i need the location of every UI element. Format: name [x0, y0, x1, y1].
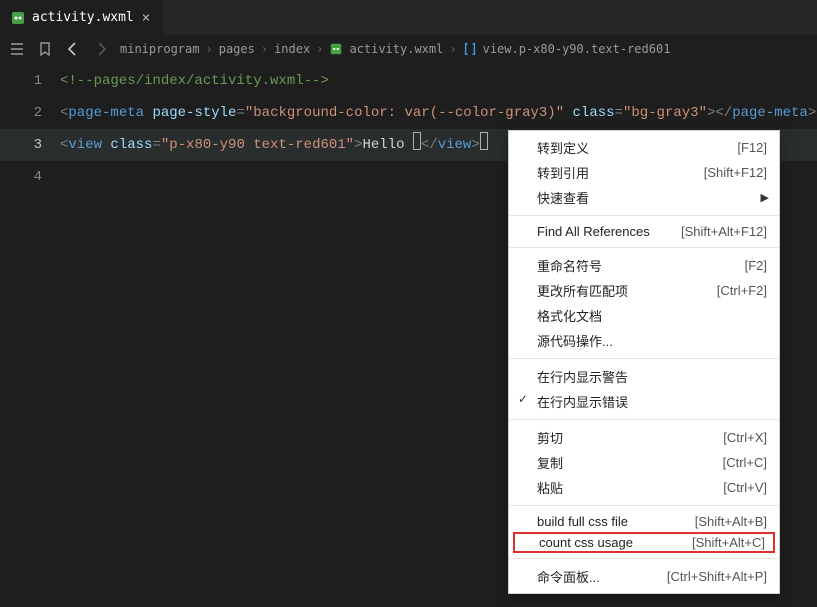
- bookmark-icon[interactable]: [36, 40, 54, 58]
- crumb-folder[interactable]: index: [274, 42, 310, 56]
- line-number: 3: [0, 129, 60, 161]
- submenu-arrow-icon: ▶: [761, 191, 769, 204]
- menu-count-css-usage[interactable]: count css usage[Shift+Alt+C]: [513, 532, 775, 553]
- nav-back-icon[interactable]: [64, 40, 82, 58]
- breadcrumb-toolbar: miniprogram › pages › index › activity.w…: [0, 35, 817, 63]
- menu-inline-errors[interactable]: 在行内显示错误: [509, 389, 779, 414]
- chevron-right-icon: ›: [449, 42, 456, 56]
- menu-icon[interactable]: [8, 40, 26, 58]
- menu-separator: [509, 247, 779, 248]
- menu-goto-definition[interactable]: 转到定义[F12]: [509, 135, 779, 160]
- menu-separator: [509, 505, 779, 506]
- menu-copy[interactable]: 复制[Ctrl+C]: [509, 450, 779, 475]
- wxml-file-icon: [329, 42, 343, 56]
- menu-separator: [509, 215, 779, 216]
- menu-command-palette[interactable]: 命令面板...[Ctrl+Shift+Alt+P]: [509, 564, 779, 589]
- menu-separator: [509, 419, 779, 420]
- menu-inline-warnings[interactable]: 在行内显示警告: [509, 364, 779, 389]
- close-icon[interactable]: ×: [140, 10, 152, 26]
- chevron-right-icon: ›: [205, 42, 212, 56]
- chevron-right-icon: ›: [261, 42, 268, 56]
- crumb-folder[interactable]: pages: [219, 42, 255, 56]
- tab-title: activity.wxml: [32, 10, 134, 25]
- menu-rename-symbol[interactable]: 重命名符号[F2]: [509, 253, 779, 278]
- editor-tab[interactable]: activity.wxml ×: [0, 0, 163, 35]
- text-cursor: [413, 132, 421, 150]
- menu-format-document[interactable]: 格式化文档: [509, 303, 779, 328]
- tab-bar: activity.wxml ×: [0, 0, 817, 35]
- code-line: 1 <!--pages/index/activity.wxml-->: [0, 65, 817, 97]
- wxml-file-icon: [10, 10, 26, 26]
- crumb-symbol[interactable]: view.p-x80-y90.text-red601: [483, 42, 671, 56]
- menu-separator: [509, 558, 779, 559]
- code-comment: <!--pages/index/activity.wxml-->: [60, 73, 329, 89]
- context-menu: 转到定义[F12] 转到引用[Shift+F12] 快速查看▶ Find All…: [508, 130, 780, 594]
- crumb-folder[interactable]: miniprogram: [120, 42, 199, 56]
- text-cursor: [480, 132, 488, 150]
- menu-separator: [509, 358, 779, 359]
- menu-goto-references[interactable]: 转到引用[Shift+F12]: [509, 160, 779, 185]
- breadcrumb: miniprogram › pages › index › activity.w…: [120, 42, 809, 56]
- menu-change-all-occurrences[interactable]: 更改所有匹配项[Ctrl+F2]: [509, 278, 779, 303]
- crumb-file[interactable]: activity.wxml: [349, 42, 443, 56]
- menu-source-action[interactable]: 源代码操作...: [509, 328, 779, 353]
- line-number: 4: [0, 161, 60, 193]
- symbol-icon: [463, 42, 477, 56]
- menu-peek[interactable]: 快速查看▶: [509, 185, 779, 210]
- chevron-right-icon: ›: [316, 42, 323, 56]
- menu-paste[interactable]: 粘贴[Ctrl+V]: [509, 475, 779, 500]
- menu-build-full-css-file[interactable]: build full css file[Shift+Alt+B]: [509, 511, 779, 532]
- line-number: 1: [0, 65, 60, 97]
- code-line: 2 <page-meta page-style="background-colo…: [0, 97, 817, 129]
- menu-find-all-references[interactable]: Find All References[Shift+Alt+F12]: [509, 221, 779, 242]
- line-number: 2: [0, 97, 60, 129]
- menu-cut[interactable]: 剪切[Ctrl+X]: [509, 425, 779, 450]
- nav-forward-icon[interactable]: [92, 40, 110, 58]
